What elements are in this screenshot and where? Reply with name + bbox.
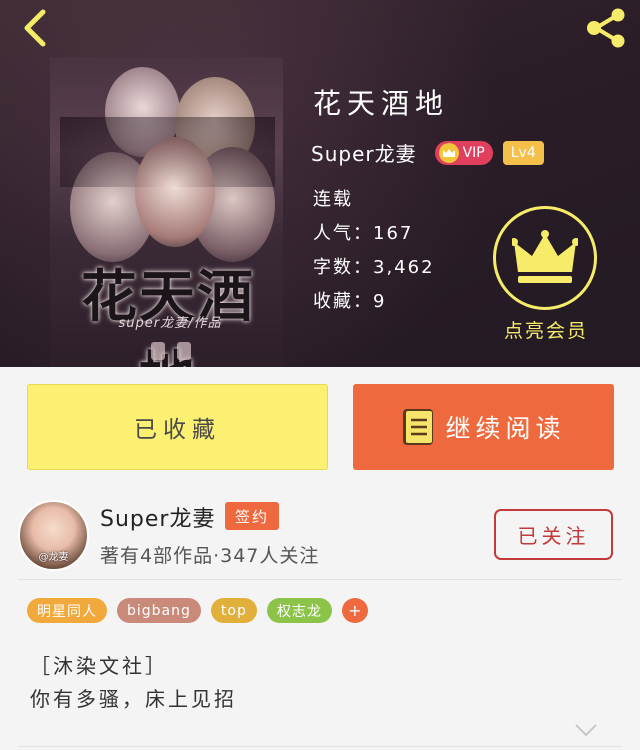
author-stats: 著有4部作品·347人关注 <box>100 545 320 567</box>
book-cover[interactable]: 花天酒地 super龙妻/作品 <box>50 57 283 367</box>
book-icon <box>401 407 435 447</box>
author-card: @龙妻 Super龙妻 签约 著有4部作品·347人关注 已关注 <box>0 487 640 579</box>
author-card-name[interactable]: Super龙妻 <box>100 501 215 533</box>
chevron-left-icon <box>24 9 46 47</box>
book-header: 花天酒地 super龙妻/作品 花天酒地 Super龙妻 VIP Lv4 连载 … <box>0 0 640 367</box>
divider <box>18 579 622 580</box>
divider <box>18 746 622 747</box>
avatar[interactable]: @龙妻 <box>18 500 89 571</box>
member-label[interactable]: 点亮会员 <box>490 316 602 343</box>
avatar-watermark: @龙妻 <box>38 552 69 563</box>
book-popularity: 人气：167 <box>313 223 414 244</box>
tag-item[interactable]: 权志龙 <box>266 598 332 623</box>
favorited-button[interactable]: 已收藏 <box>27 384 328 470</box>
expand-description-button[interactable] <box>570 716 602 744</box>
back-button[interactable] <box>14 8 54 48</box>
crown-icon <box>438 142 459 163</box>
chevron-down-icon <box>575 724 597 737</box>
tag-item[interactable]: 明星同人 <box>27 598 107 623</box>
cover-shading <box>60 117 275 187</box>
followed-button[interactable]: 已关注 <box>494 509 613 560</box>
book-title: 花天酒地 <box>313 87 450 120</box>
book-description: ［沐染文社］ 你有多骚，床上见招 <box>30 650 237 716</box>
tag-item[interactable]: bigbang <box>117 598 201 623</box>
book-favorites: 收藏：9 <box>313 291 387 312</box>
add-tag-button[interactable]: + <box>341 598 368 623</box>
share-button[interactable] <box>582 6 630 50</box>
author-name[interactable]: Super龙妻 <box>311 138 417 167</box>
vip-label: VIP <box>462 144 485 161</box>
book-meta: 连载 人气：167 字数：3,462 收藏：9 <box>313 183 435 319</box>
description-line: 你有多骚，床上见招 <box>30 687 237 711</box>
vip-badge: VIP <box>434 140 493 165</box>
share-icon <box>587 8 625 48</box>
book-word-count: 字数：3,462 <box>313 257 435 278</box>
description-line: ［沐染文社］ <box>30 654 168 678</box>
level-badge: Lv4 <box>502 140 544 165</box>
member-button[interactable] <box>493 206 597 310</box>
author-line: Super龙妻 VIP Lv4 <box>311 138 544 167</box>
cover-lanterns <box>145 342 205 367</box>
crown-icon <box>512 230 578 283</box>
continue-reading-button[interactable]: 继续阅读 <box>353 384 614 470</box>
tag-list: 明星同人 bigbang top 权志龙 + <box>27 598 368 623</box>
book-status: 连载 <box>313 189 353 210</box>
tag-item[interactable]: top <box>210 598 257 623</box>
cover-subtitle: super龙妻/作品 <box>118 316 222 331</box>
continue-reading-label: 继续阅读 <box>445 414 566 443</box>
signed-badge: 签约 <box>225 502 280 530</box>
